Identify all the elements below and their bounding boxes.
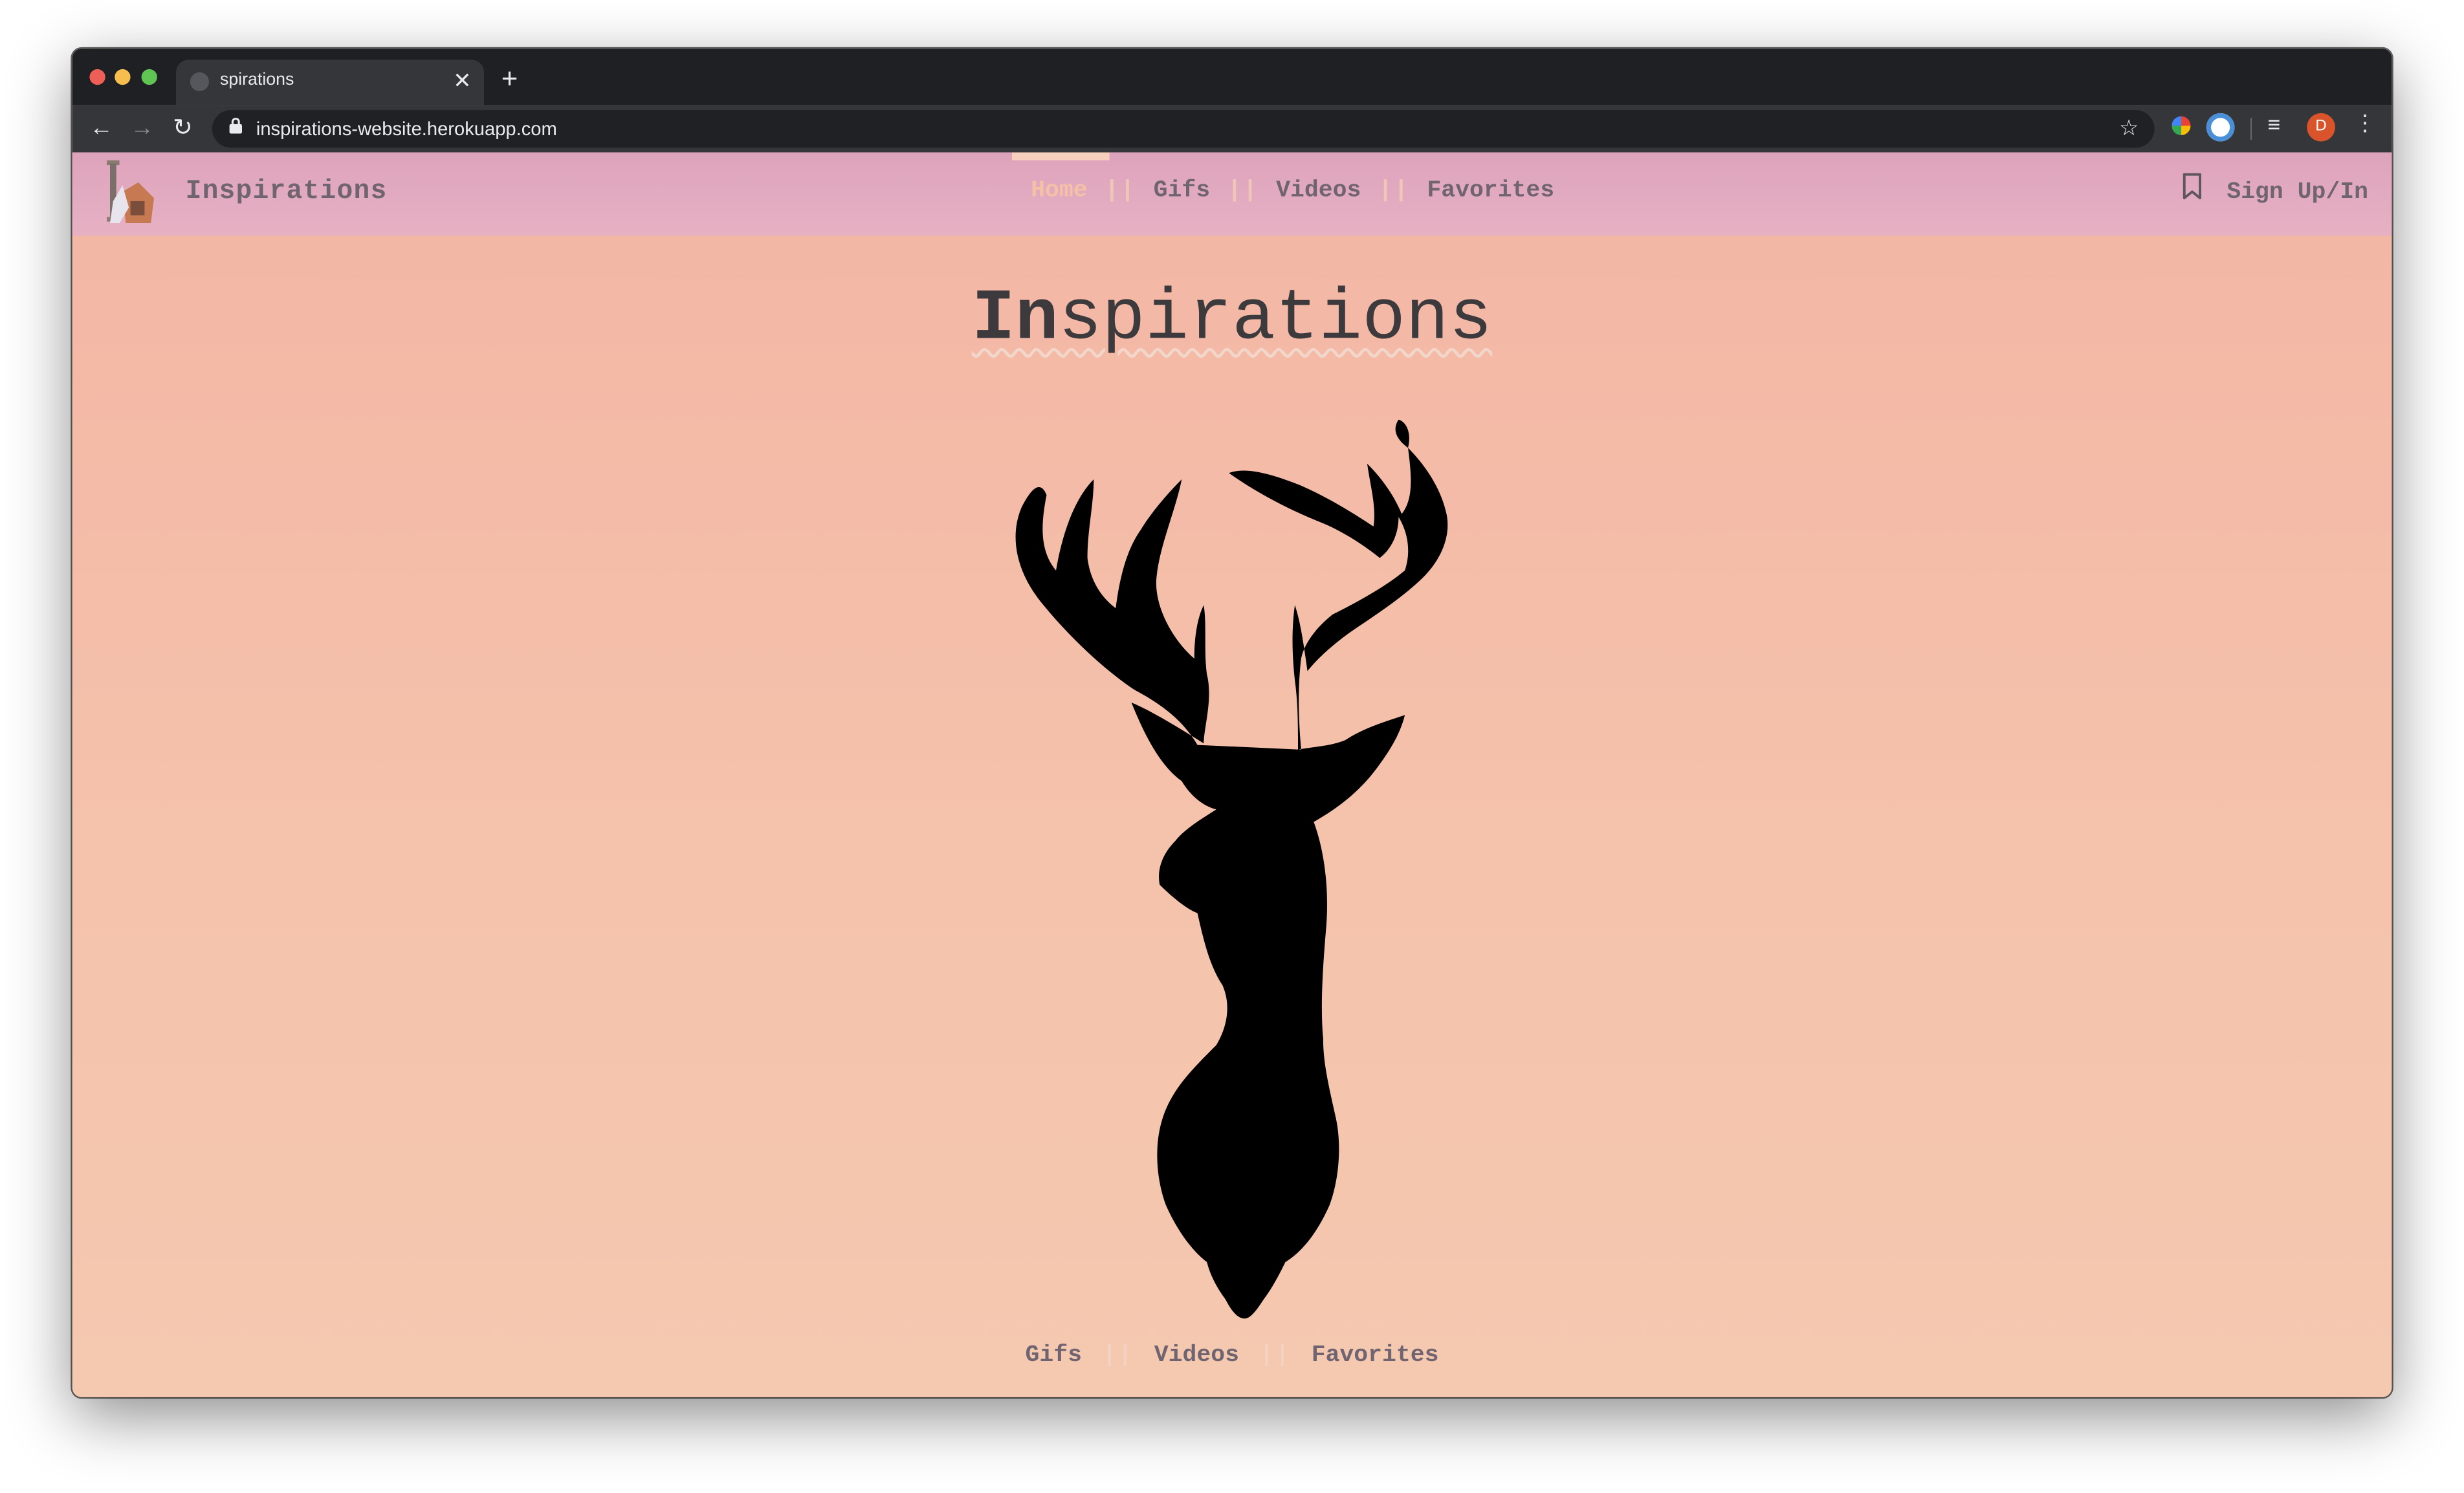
tab-title: spirations: [220, 71, 294, 90]
profile-avatar[interactable]: D: [2307, 113, 2335, 142]
browser-tab[interactable]: spirations ✕: [176, 60, 485, 105]
address-bar[interactable]: inspirations-website.herokuapp.com ☆: [212, 110, 2155, 148]
hero-title-bold: In: [971, 278, 1059, 360]
nav-home[interactable]: Home: [1031, 178, 1087, 204]
lock-icon: [229, 117, 243, 138]
hero-title-rest: spirations: [1058, 278, 1493, 360]
reload-icon[interactable]: ↻: [173, 114, 193, 143]
main-nav: Home || Gifs || Videos || Favorites: [1031, 178, 1554, 212]
nav-gifs[interactable]: Gifs: [1154, 178, 1210, 204]
globe-icon: [190, 72, 210, 91]
nav-separator: ||: [1227, 177, 1259, 204]
close-tab-icon[interactable]: ✕: [453, 67, 471, 93]
close-window-button[interactable]: [89, 69, 105, 85]
site-logo[interactable]: [104, 157, 157, 226]
media-queue-icon[interactable]: ≡: [2267, 111, 2280, 136]
forward-arrow-icon[interactable]: →: [131, 114, 154, 143]
nav-separator: ||: [1378, 177, 1410, 204]
browser-toolbar: ← → ↻ inspirations-website.herokuapp.com…: [72, 105, 2392, 153]
footer-nav: Gifs || Videos || Favorites: [72, 1342, 2392, 1369]
nav-separator: ||: [1105, 177, 1136, 204]
compass-extension-icon[interactable]: [2206, 113, 2235, 142]
nav-videos[interactable]: Videos: [1276, 178, 1361, 204]
sign-in-link[interactable]: Sign Up/In: [2227, 179, 2368, 206]
site-navbar: Inspirations Home || Gifs || Videos || Favorit…: [72, 152, 2392, 236]
brand-title[interactable]: Inspirations: [186, 178, 388, 208]
page-content: Inspirations Home || Gifs || Videos || Favorit…: [72, 152, 2392, 1397]
maximize-window-button[interactable]: [141, 69, 157, 85]
url-text: inspirations-website.herokuapp.com: [256, 118, 557, 140]
tab-bar: spirations ✕ +: [72, 49, 2392, 105]
new-tab-button[interactable]: +: [501, 65, 518, 93]
nav-favorites[interactable]: Favorites: [1427, 178, 1554, 204]
hero-title: Inspirations: [72, 278, 2392, 360]
deer-head-image: [1009, 419, 1458, 1322]
toolbar-divider: [2250, 118, 2252, 140]
color-extension-icon[interactable]: [2172, 116, 2191, 135]
footer-videos[interactable]: Videos: [1154, 1342, 1239, 1369]
footer-favorites[interactable]: Favorites: [1312, 1342, 1439, 1369]
active-tab-indicator: [1012, 152, 1110, 160]
kebab-menu-icon[interactable]: ⋮: [2354, 110, 2376, 136]
footer-separator: ||: [1102, 1342, 1134, 1369]
minimize-window-button[interactable]: [115, 69, 131, 85]
footer-gifs[interactable]: Gifs: [1026, 1342, 1082, 1369]
bookmark-star-icon[interactable]: ☆: [2119, 114, 2139, 141]
back-arrow-icon[interactable]: ←: [89, 114, 113, 143]
browser-window: spirations ✕ + ← → ↻ inspirations-websit…: [72, 49, 2392, 1397]
bookmark-icon[interactable]: [2181, 173, 2203, 201]
footer-separator: ||: [1259, 1342, 1292, 1369]
